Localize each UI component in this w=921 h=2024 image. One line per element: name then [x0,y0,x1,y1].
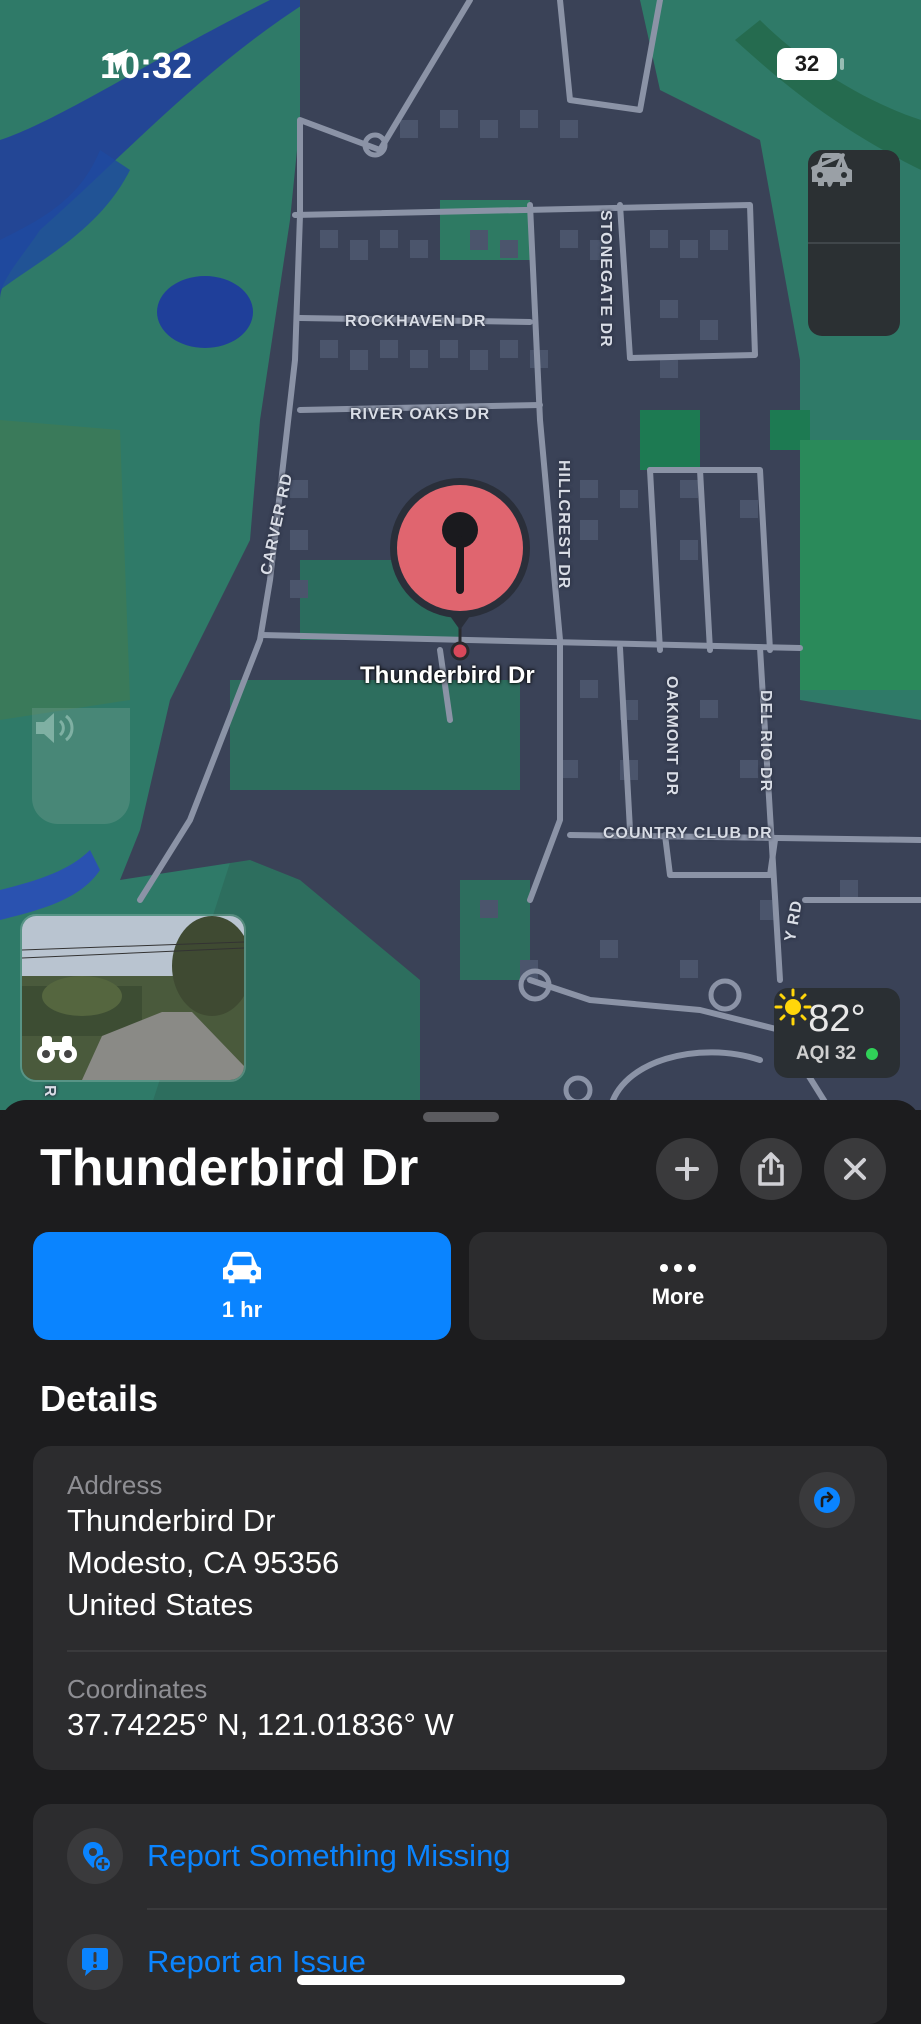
status-bar-time: 10:32 [100,45,192,87]
close-button[interactable] [824,1138,886,1200]
coordinates-value[interactable]: 37.74225° N, 121.01836° W [67,1704,454,1746]
plus-icon [675,1157,699,1181]
address-line-2[interactable]: Modesto, CA 95356 [67,1542,339,1584]
details-card: Address Thunderbird Dr Modesto, CA 95356… [33,1446,887,1770]
coordinates-label: Coordinates [67,1674,208,1704]
add-button[interactable] [656,1138,718,1200]
add-location-icon [83,1842,112,1873]
sun-icon [774,988,812,1026]
home-indicator[interactable] [297,1975,625,1985]
speaker-icon [36,713,74,743]
weather-widget[interactable]: 82° AQI 32 [774,988,900,1078]
look-around-thumbnail[interactable] [20,914,246,1082]
aqi-text: AQI 32 [795,1043,857,1064]
ellipsis-icon [660,1264,696,1272]
map-controls [808,150,900,336]
report-missing-icon-wrap [67,1828,123,1884]
street-label-partial-left: R [41,1085,58,1098]
street-label-country-club: COUNTRY CLUB DR [603,825,773,842]
share-button[interactable] [740,1138,802,1200]
details-heading: Details [40,1378,159,1419]
sheet-grabber[interactable] [423,1112,499,1122]
report-issue-row[interactable]: Report an Issue [33,1910,887,2014]
street-label-stonegate: STONEGATE DR [597,210,614,348]
temperature-text: 82° [808,998,866,1040]
share-icon [758,1152,784,1186]
street-label-rockhaven: ROCKHAVEN DR [345,313,487,330]
location-arrow-icon [104,49,128,73]
more-button[interactable]: More [469,1232,887,1340]
map-view[interactable]: ROCKHAVEN DR RIVER OAKS DR STONEGATE DR … [0,0,921,1110]
pin-label[interactable]: Thunderbird Dr [360,662,535,690]
street-label-del-rio: DEL RIO DR [757,690,774,793]
binoculars-icon [37,1036,77,1063]
address-line-1[interactable]: Thunderbird Dr [67,1500,275,1542]
battery-indicator: 32 [777,48,844,80]
report-missing-link[interactable]: Report Something Missing [147,1838,511,1874]
car-icon [223,1251,261,1284]
address-line-3[interactable]: United States [67,1584,253,1626]
place-title: Thunderbird Dr [40,1139,419,1197]
sound-button[interactable] [32,708,130,824]
more-label: More [651,1284,705,1309]
address-label: Address [67,1470,163,1500]
details-divider [67,1650,887,1652]
aqi-status-dot [866,1048,879,1060]
location-arrow-icon [811,153,845,187]
report-card: Report Something Missing Report an Issue [33,1804,887,2024]
action-buttons: 1 hr More [33,1232,887,1340]
street-label-oakmont: OAKMONT DR [663,676,680,797]
address-directions-button[interactable] [799,1472,855,1528]
locate-me-button[interactable] [808,153,900,336]
turn-arrow-icon [814,1487,840,1513]
drive-time-label: 1 hr [221,1297,263,1322]
street-label-river-oaks: RIVER OAKS DR [350,406,491,423]
directions-button[interactable]: 1 hr [33,1232,451,1340]
close-icon [844,1158,866,1180]
report-missing-row[interactable]: Report Something Missing [33,1804,887,1908]
place-sheet: Thunderbird Dr 1 hr More Details Address… [0,1100,921,2024]
status-bar-indicators: 32 [777,48,844,80]
report-bubble-icon [82,1948,108,1976]
street-label-hillcrest: HILLCREST DR [555,460,572,590]
report-issue-icon-wrap [67,1934,123,1990]
